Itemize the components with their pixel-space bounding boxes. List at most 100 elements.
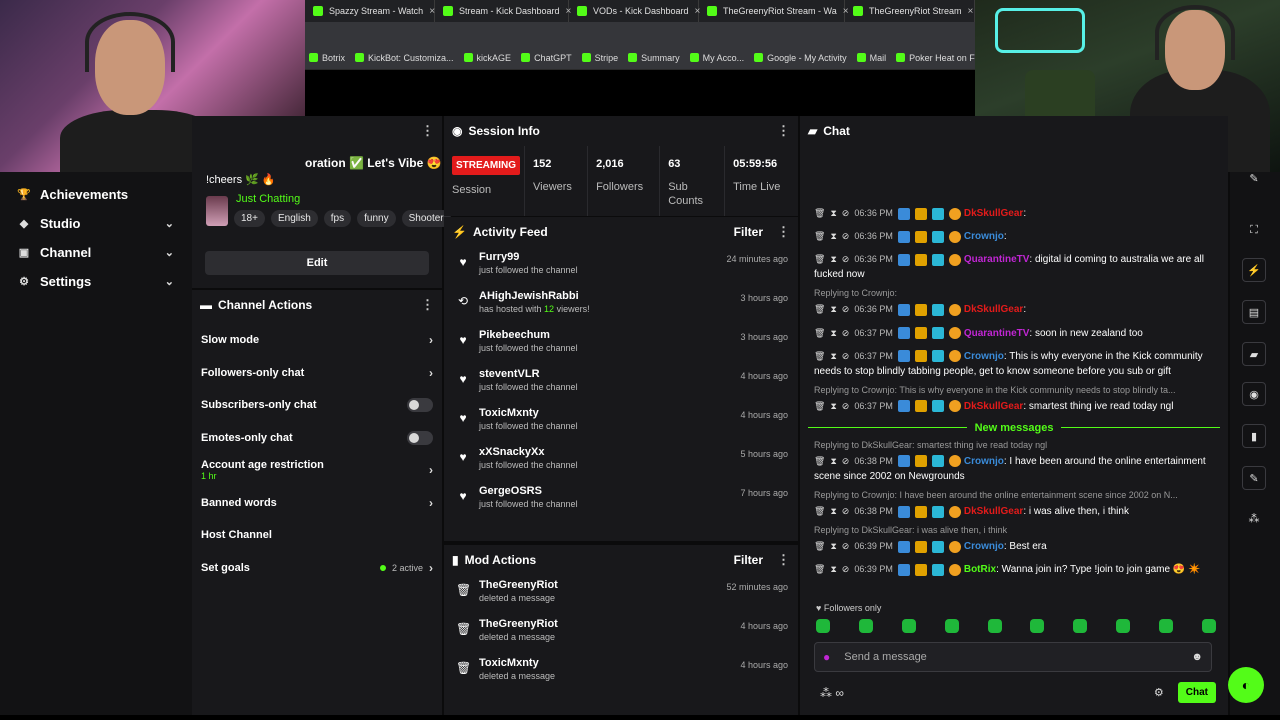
ban-icon[interactable]: ⊘ (842, 349, 850, 364)
chat-username[interactable]: DkSkullGear (964, 208, 1023, 219)
chevron-down-icon[interactable]: ⌄ (165, 275, 174, 288)
chevron-right-icon[interactable]: › (429, 333, 433, 347)
chevron-down-icon[interactable]: ⌄ (165, 217, 174, 230)
activity-username[interactable]: Pikebeechum (479, 329, 578, 341)
nav-item-settings[interactable]: ⚙ Settings ⌄ (0, 267, 192, 296)
ban-icon[interactable]: ⊘ (842, 539, 850, 554)
stream-tag[interactable]: fps (323, 210, 352, 227)
emote-icon[interactable] (816, 619, 830, 633)
more-tools-icon[interactable]: ⁂ (1242, 506, 1266, 530)
chat-username[interactable]: DkSkullGear (964, 305, 1023, 316)
delete-message-icon[interactable]: 🗑 (814, 206, 825, 221)
channel-action-row[interactable]: Banned words › (192, 487, 442, 520)
activity-username[interactable]: Furry99 (479, 251, 578, 263)
timeout-icon[interactable]: ⧗ (830, 229, 836, 244)
delete-message-icon[interactable]: 🗑 (814, 229, 825, 244)
chat-username[interactable]: BotRix (964, 565, 996, 576)
emote-icon[interactable] (858, 619, 873, 633)
emoji-picker-icon[interactable]: ☻ (1191, 651, 1203, 663)
ban-icon[interactable]: ⊘ (842, 454, 850, 469)
chevron-right-icon[interactable]: › (429, 496, 433, 510)
channel-actions-menu-icon[interactable]: ⋮ (421, 297, 434, 313)
emote-icon[interactable] (1073, 619, 1088, 633)
bookmark[interactable]: Poker Heat on Face... (896, 53, 975, 63)
broadcast-toggle-icon[interactable]: ◉ (1242, 382, 1266, 406)
delete-message-icon[interactable]: 🗑 (814, 539, 825, 554)
chat-username[interactable]: Crownjo (964, 231, 1004, 242)
fullscreen-icon[interactable]: ⛶ (1242, 218, 1266, 242)
channel-action-row[interactable]: Subscribers-only chat (192, 389, 442, 422)
timeout-icon[interactable]: ⧗ (830, 504, 836, 519)
browser-tab[interactable]: TheGreenyRiot Stream × (845, 0, 975, 22)
ban-icon[interactable]: ⊘ (842, 302, 850, 317)
emote-icon[interactable] (1201, 619, 1216, 633)
timeout-icon[interactable]: ⧗ (830, 302, 836, 317)
nav-item-achievements[interactable]: 🏆 Achievements (0, 180, 192, 209)
activity-username[interactable]: ToxicMxnty (479, 407, 578, 419)
microphone-icon[interactable]: ● (823, 650, 830, 664)
session-info-menu-icon[interactable]: ⋮ (777, 123, 790, 139)
bookmark[interactable]: ChatGPT (521, 53, 572, 63)
browser-tab[interactable]: Spazzy Stream - Watch × (305, 0, 435, 22)
timeout-icon[interactable]: ⧗ (830, 252, 836, 267)
emote-icon[interactable] (1159, 619, 1173, 633)
bookmark[interactable]: Mail (856, 53, 886, 63)
ban-icon[interactable]: ⊘ (842, 504, 850, 519)
channel-action-row[interactable]: Host Channel (192, 519, 442, 552)
nav-item-studio[interactable]: ◆ Studio ⌄ (0, 209, 192, 238)
delete-message-icon[interactable]: 🗑 (814, 454, 825, 469)
category-link[interactable]: Just Chatting (236, 193, 300, 205)
toggle-switch[interactable] (407, 398, 433, 413)
emote-icon[interactable] (987, 619, 1002, 633)
chat-toggle-icon[interactable]: ▰ (1242, 342, 1266, 366)
activity-username[interactable]: steventVLR (479, 368, 578, 380)
chevron-down-icon[interactable]: ⌄ (165, 246, 174, 259)
stream-tag[interactable]: funny (357, 210, 396, 227)
mod-username[interactable]: TheGreenyRiot (479, 579, 558, 591)
stream-tag[interactable]: English (270, 210, 318, 227)
ban-icon[interactable]: ⊘ (842, 206, 850, 221)
emote-icon[interactable] (1116, 619, 1131, 633)
ban-icon[interactable]: ⊘ (842, 326, 850, 341)
delete-message-icon[interactable]: 🗑 (814, 504, 825, 519)
browser-tab[interactable]: Stream - Kick Dashboard × (435, 0, 571, 22)
ban-icon[interactable]: ⊘ (842, 399, 850, 414)
chat-username[interactable]: Crownjo (964, 456, 1004, 467)
bookmark[interactable]: KickBot: Customiza... (355, 53, 454, 63)
chat-username[interactable]: DkSkullGear (964, 401, 1023, 412)
channel-action-row[interactable]: Emotes-only chat (192, 422, 442, 455)
chevron-right-icon[interactable]: › (429, 561, 433, 575)
headset-support-button[interactable]: ◐ (1228, 667, 1264, 703)
timeout-icon[interactable]: ⧗ (830, 454, 836, 469)
channel-action-row[interactable]: Set goals 2 active › (192, 552, 442, 585)
emote-icon[interactable] (944, 619, 959, 633)
ban-icon[interactable]: ⊘ (842, 562, 850, 577)
bookmark[interactable]: kickAGE (463, 53, 511, 63)
mod-menu-icon[interactable]: ⋮ (777, 552, 790, 568)
timeout-icon[interactable]: ⧗ (830, 399, 836, 414)
timeout-icon[interactable]: ⧗ (830, 539, 836, 554)
browser-tab[interactable]: VODs - Kick Dashboard × (569, 0, 700, 22)
activity-username[interactable]: AHighJewishRabbi (479, 290, 590, 302)
address-bar[interactable] (305, 22, 975, 46)
activity-username[interactable]: GergeOSRS (479, 485, 578, 497)
activity-menu-icon[interactable]: ⋮ (777, 224, 790, 240)
chat-username[interactable]: QuarantineTV (964, 328, 1030, 339)
chat-username[interactable]: DkSkullGear (964, 506, 1023, 517)
delete-message-icon[interactable]: 🗑 (814, 302, 825, 317)
chat-username[interactable]: QuarantineTV (964, 254, 1030, 265)
bookmark[interactable]: Stripe (581, 53, 618, 63)
delete-message-icon[interactable]: 🗑 (814, 399, 825, 414)
mod-username[interactable]: TheGreenyRiot (479, 618, 558, 630)
bookmark[interactable]: My Acco... (689, 53, 744, 63)
ban-icon[interactable]: ⊘ (842, 252, 850, 267)
delete-message-icon[interactable]: 🗑 (814, 562, 825, 577)
delete-message-icon[interactable]: 🗑 (814, 326, 825, 341)
send-chat-button[interactable]: Chat (1177, 682, 1216, 703)
timeout-icon[interactable]: ⧗ (830, 349, 836, 364)
timeout-icon[interactable]: ⧗ (830, 206, 836, 221)
chat-username[interactable]: Crownjo (964, 351, 1004, 362)
mod-filter-button[interactable]: Filter (734, 553, 763, 567)
channel-action-row[interactable]: Account age restriction 1 hr › (192, 454, 442, 487)
chat-settings-icon[interactable]: ⚙ (1154, 686, 1164, 699)
